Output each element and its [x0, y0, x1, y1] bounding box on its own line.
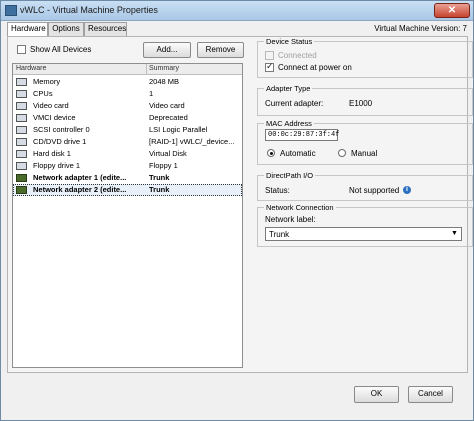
tab-resources[interactable]: Resources: [84, 22, 127, 36]
vm-app-icon: [5, 5, 17, 16]
row-summary: Deprecated: [149, 113, 188, 122]
network-label-value: Trunk: [269, 230, 290, 239]
table-row[interactable]: Hard disk 1 Virtual Disk: [13, 148, 242, 160]
adapter-type-title: Adapter Type: [264, 84, 313, 93]
hardware-table: Hardware Summary Memory 2048 MB CPUs 1 Video…: [12, 63, 243, 368]
table-row[interactable]: Memory 2048 MB: [13, 76, 242, 88]
row-hardware-name: SCSI controller 0: [33, 125, 90, 134]
row-hardware-name: Floppy drive 1: [33, 161, 81, 170]
mac-automatic-radio[interactable]: [267, 149, 275, 157]
window-title: vWLC - Virtual Machine Properties: [20, 5, 158, 15]
row-summary: LSI Logic Parallel: [149, 125, 208, 134]
table-header: Hardware Summary: [13, 64, 242, 75]
row-hardware-name: Hard disk 1: [33, 149, 71, 158]
ok-button[interactable]: OK: [354, 386, 399, 403]
table-row[interactable]: Video card Video card: [13, 100, 242, 112]
table-row[interactable]: CPUs 1: [13, 88, 242, 100]
row-summary: Virtual Disk: [149, 149, 187, 158]
mac-address-title: MAC Address: [264, 119, 314, 128]
row-summary: Video card: [149, 101, 185, 110]
row-summary: Trunk: [149, 173, 170, 182]
cancel-button[interactable]: Cancel: [408, 386, 453, 403]
directpath-status-value: Not supported: [349, 186, 400, 195]
tab-options[interactable]: Options: [48, 22, 84, 36]
mac-manual-label: Manual: [351, 149, 378, 158]
table-row[interactable]: SCSI controller 0 LSI Logic Parallel: [13, 124, 242, 136]
mac-address-group: MAC Address 00:0c:29:87:3f:4f Automatic …: [257, 119, 473, 165]
row-summary: 1: [149, 89, 154, 98]
row-summary: [RAID-1] vWLC/_device...: [149, 137, 235, 146]
remove-button[interactable]: Remove: [197, 42, 244, 58]
network-connection-group: Network Connection Network label: Trunk …: [257, 203, 473, 247]
table-row[interactable]: Network adapter 2 (edite... Trunk: [13, 184, 242, 196]
directpath-status-label: Status:: [265, 186, 290, 195]
hardware-panel: Show All Devices Add... Remove Hardware …: [7, 36, 473, 373]
chevron-down-icon[interactable]: ▼: [449, 229, 460, 239]
memory-icon: [16, 78, 27, 86]
column-hardware[interactable]: Hardware: [16, 65, 46, 72]
mac-automatic-label: Automatic: [280, 149, 316, 158]
row-hardware-name: Network adapter 1 (edite...: [33, 173, 127, 182]
hard-disk-icon: [16, 150, 27, 158]
row-hardware-name: CD/DVD drive 1: [33, 137, 87, 146]
mac-manual-radio[interactable]: [338, 149, 346, 157]
row-summary: Floppy 1: [149, 161, 178, 170]
row-hardware-name: Network adapter 2 (edite...: [33, 185, 127, 194]
directpath-title: DirectPath I/O: [264, 171, 316, 180]
scsi-controller-icon: [16, 126, 27, 134]
cpu-icon: [16, 90, 27, 98]
add-button[interactable]: Add...: [143, 42, 191, 58]
directpath-group: DirectPath I/O Status: Not supported i: [257, 171, 473, 201]
info-icon[interactable]: i: [403, 186, 411, 194]
network-adapter-icon: [16, 174, 27, 182]
current-adapter-label: Current adapter:: [265, 99, 324, 108]
connect-at-power-on-label: Connect at power on: [278, 63, 352, 72]
row-hardware-name: VMCI device: [33, 113, 76, 122]
show-all-devices-label: Show All Devices: [30, 45, 92, 54]
column-separator: [146, 64, 147, 75]
device-status-title: Device Status: [264, 37, 315, 46]
properties-window: vWLC - Virtual Machine Properties ✕ Hard…: [0, 0, 474, 421]
adapter-type-group: Adapter Type Current adapter: E1000: [257, 84, 473, 116]
connected-checkbox[interactable]: [265, 51, 274, 60]
network-label-caption: Network label:: [265, 215, 316, 224]
table-row[interactable]: CD/DVD drive 1 [RAID-1] vWLC/_device...: [13, 136, 242, 148]
row-summary: 2048 MB: [149, 77, 180, 86]
tab-hardware[interactable]: Hardware: [7, 22, 48, 37]
network-adapter-icon: [16, 186, 27, 194]
video-card-icon: [16, 102, 27, 110]
table-row[interactable]: Floppy drive 1 Floppy 1: [13, 160, 242, 172]
row-hardware-name: Video card: [33, 101, 69, 110]
device-status-group: Device Status Connected Connect at power…: [257, 37, 473, 78]
table-row[interactable]: Network adapter 1 (edite... Trunk: [13, 172, 242, 184]
vmci-device-icon: [16, 114, 27, 122]
connected-label: Connected: [278, 51, 317, 60]
table-row[interactable]: VMCI device Deprecated: [13, 112, 242, 124]
row-hardware-name: Memory: [33, 77, 61, 86]
cd-dvd-drive-icon: [16, 138, 27, 146]
close-button[interactable]: ✕: [434, 3, 470, 18]
row-summary: Trunk: [149, 185, 170, 194]
mac-address-input[interactable]: 00:0c:29:87:3f:4f: [265, 129, 339, 141]
floppy-drive-icon: [16, 162, 27, 170]
network-label-select[interactable]: Trunk ▼: [265, 227, 462, 241]
title-bar[interactable]: vWLC - Virtual Machine Properties ✕: [1, 1, 473, 21]
show-all-devices-checkbox[interactable]: [17, 45, 26, 54]
vm-version-label: Virtual Machine Version: 7: [374, 24, 467, 33]
row-hardware-name: CPUs: [33, 89, 53, 98]
column-summary[interactable]: Summary: [149, 65, 179, 72]
network-connection-title: Network Connection: [264, 203, 336, 212]
connect-at-power-on-checkbox[interactable]: [265, 61, 274, 72]
current-adapter-value: E1000: [349, 99, 373, 108]
